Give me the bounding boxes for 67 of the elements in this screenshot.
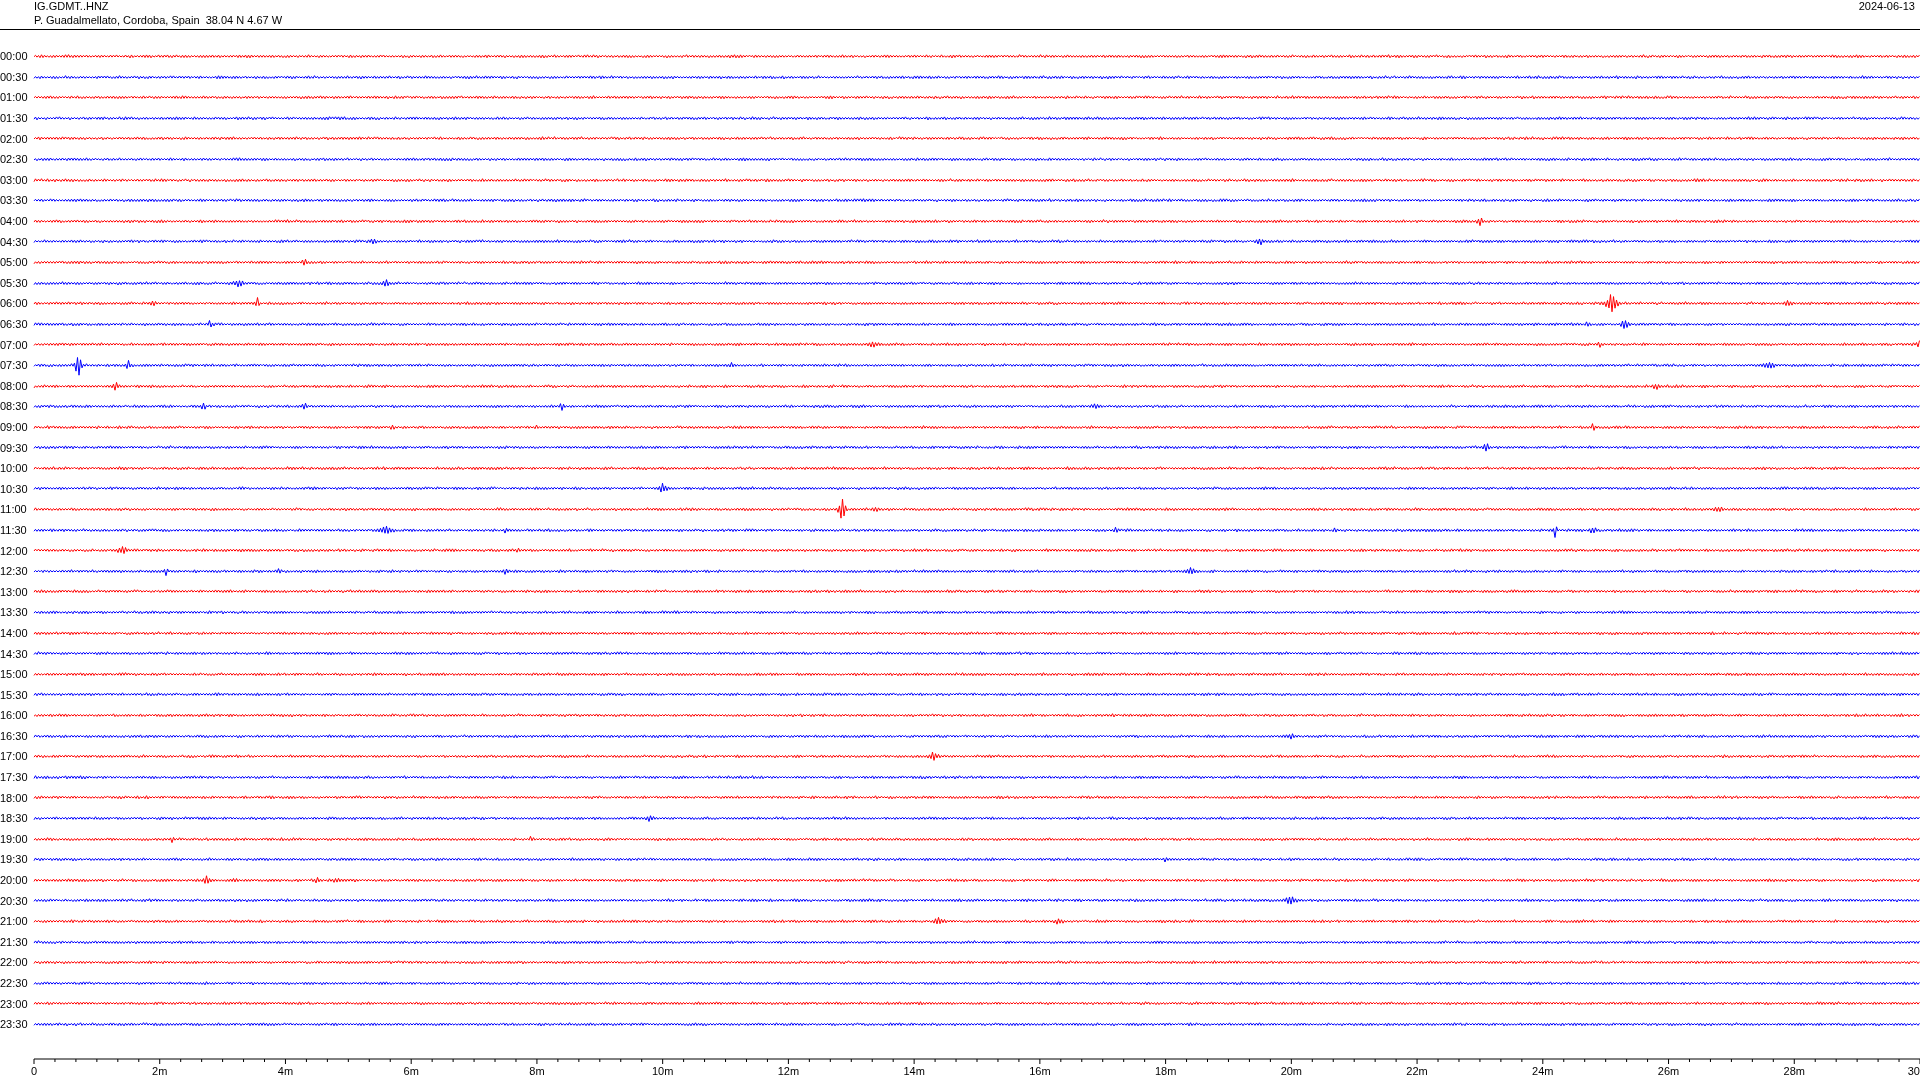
time-label: 14:00	[0, 626, 29, 639]
time-label: 16:30	[0, 729, 29, 742]
axis-tick-label: 28m	[1783, 1064, 1805, 1077]
time-label: 05:00	[0, 256, 29, 269]
time-label: 21:00	[0, 915, 29, 928]
axis-tick-label: 24m	[1532, 1064, 1554, 1077]
time-label: 11:00	[0, 503, 28, 516]
axis-tick-label: 30	[1907, 1064, 1920, 1077]
time-label: 03:30	[0, 194, 29, 207]
plot-date: 2024-06-13	[1858, 0, 1915, 14]
time-label: 08:00	[0, 379, 29, 392]
axis-tick-label: 18m	[1154, 1064, 1177, 1077]
time-label: 00:00	[0, 50, 29, 63]
axis-tick-label: 8m	[529, 1064, 545, 1077]
time-label: 13:30	[0, 606, 29, 619]
axis-tick-label: 14m	[903, 1064, 925, 1077]
time-label: 07:30	[0, 359, 29, 372]
time-label: 22:00	[0, 956, 29, 969]
time-label: 11:30	[0, 523, 28, 536]
axis-tick-label: 10m	[651, 1064, 674, 1077]
time-label: 07:00	[0, 338, 29, 351]
time-label: 05:30	[0, 276, 29, 289]
axis-tick-label: 12m	[777, 1064, 800, 1077]
time-label: 06:30	[0, 318, 29, 330]
time-label: 19:30	[0, 853, 29, 866]
time-label: 09:30	[0, 441, 29, 454]
time-label: 15:30	[0, 688, 29, 701]
time-label: 18:30	[0, 812, 29, 825]
time-label: 01:00	[0, 91, 29, 104]
time-label: 10:00	[0, 462, 29, 475]
time-label: 17:00	[0, 750, 29, 763]
time-label: 04:30	[0, 235, 29, 248]
time-label: 22:30	[0, 977, 29, 989]
time-label: 20:00	[0, 874, 29, 887]
time-label: 17:30	[0, 771, 29, 784]
station-code: IG.GDMT..HNZ	[34, 0, 110, 12]
time-label: 16:00	[0, 709, 29, 722]
axis-tick-label: 16m	[1029, 1064, 1051, 1077]
time-label: 14:30	[0, 647, 29, 660]
time-label: 06:00	[0, 297, 29, 310]
time-label: 18:00	[0, 791, 29, 804]
time-label: 10:30	[0, 482, 29, 495]
time-label: 03:00	[0, 173, 29, 186]
time-label: 23:30	[0, 1018, 29, 1031]
axis-tick-label: 22m	[1406, 1064, 1428, 1077]
time-label: 21:30	[0, 935, 29, 948]
time-label: 12:00	[0, 544, 29, 557]
time-label: 12:30	[0, 565, 29, 578]
time-label: 01:30	[0, 112, 29, 125]
axis-tick-label: 26m	[1657, 1064, 1680, 1077]
axis-tick-label: 0	[30, 1064, 38, 1077]
time-label: 02:00	[0, 132, 29, 145]
axis-tick-label: 6m	[403, 1064, 419, 1077]
axis-tick-label: 20m	[1280, 1064, 1303, 1077]
time-label: 13:00	[0, 585, 29, 598]
time-label: 02:30	[0, 153, 29, 166]
station-location: P. Guadalmellato, Cordoba, Spain 38.04 N 4.67 W	[34, 14, 283, 26]
time-label: 04:00	[0, 215, 29, 228]
time-label: 15:00	[0, 668, 29, 681]
time-label: 20:30	[0, 894, 29, 907]
time-label: 08:30	[0, 400, 29, 413]
axis-tick-label: 2m	[152, 1064, 168, 1077]
axis-tick-label: 4m	[277, 1064, 294, 1077]
time-label: 19:00	[0, 832, 29, 845]
time-label: 09:00	[0, 421, 29, 433]
time-label: 00:30	[0, 70, 29, 83]
time-label: 23:00	[0, 997, 29, 1010]
